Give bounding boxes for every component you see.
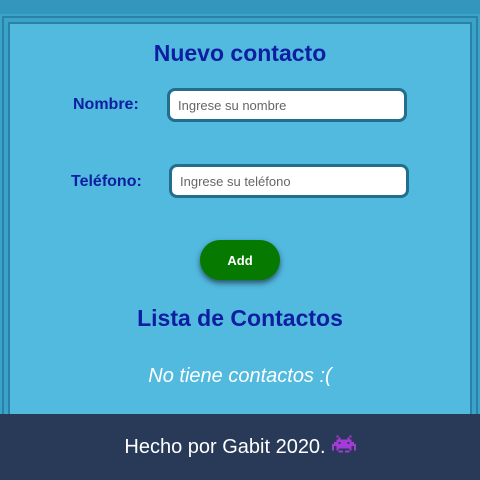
phone-input[interactable] [169,164,409,198]
add-button[interactable]: Add [200,240,280,280]
space-invader-icon [331,435,356,459]
empty-contacts-message: No tiene contactos :( [148,365,332,387]
contacts-list-title: Lista de Contactos [137,305,343,331]
footer: Hecho por Gabit 2020. [0,414,480,480]
top-strip [0,0,480,14]
phone-label: Teléfono: [71,173,142,190]
form-title: Nuevo contacto [153,40,327,66]
footer-text: Hecho por Gabit 2020. [124,435,326,458]
name-input[interactable] [167,88,407,122]
name-label: Nombre: [73,96,139,113]
